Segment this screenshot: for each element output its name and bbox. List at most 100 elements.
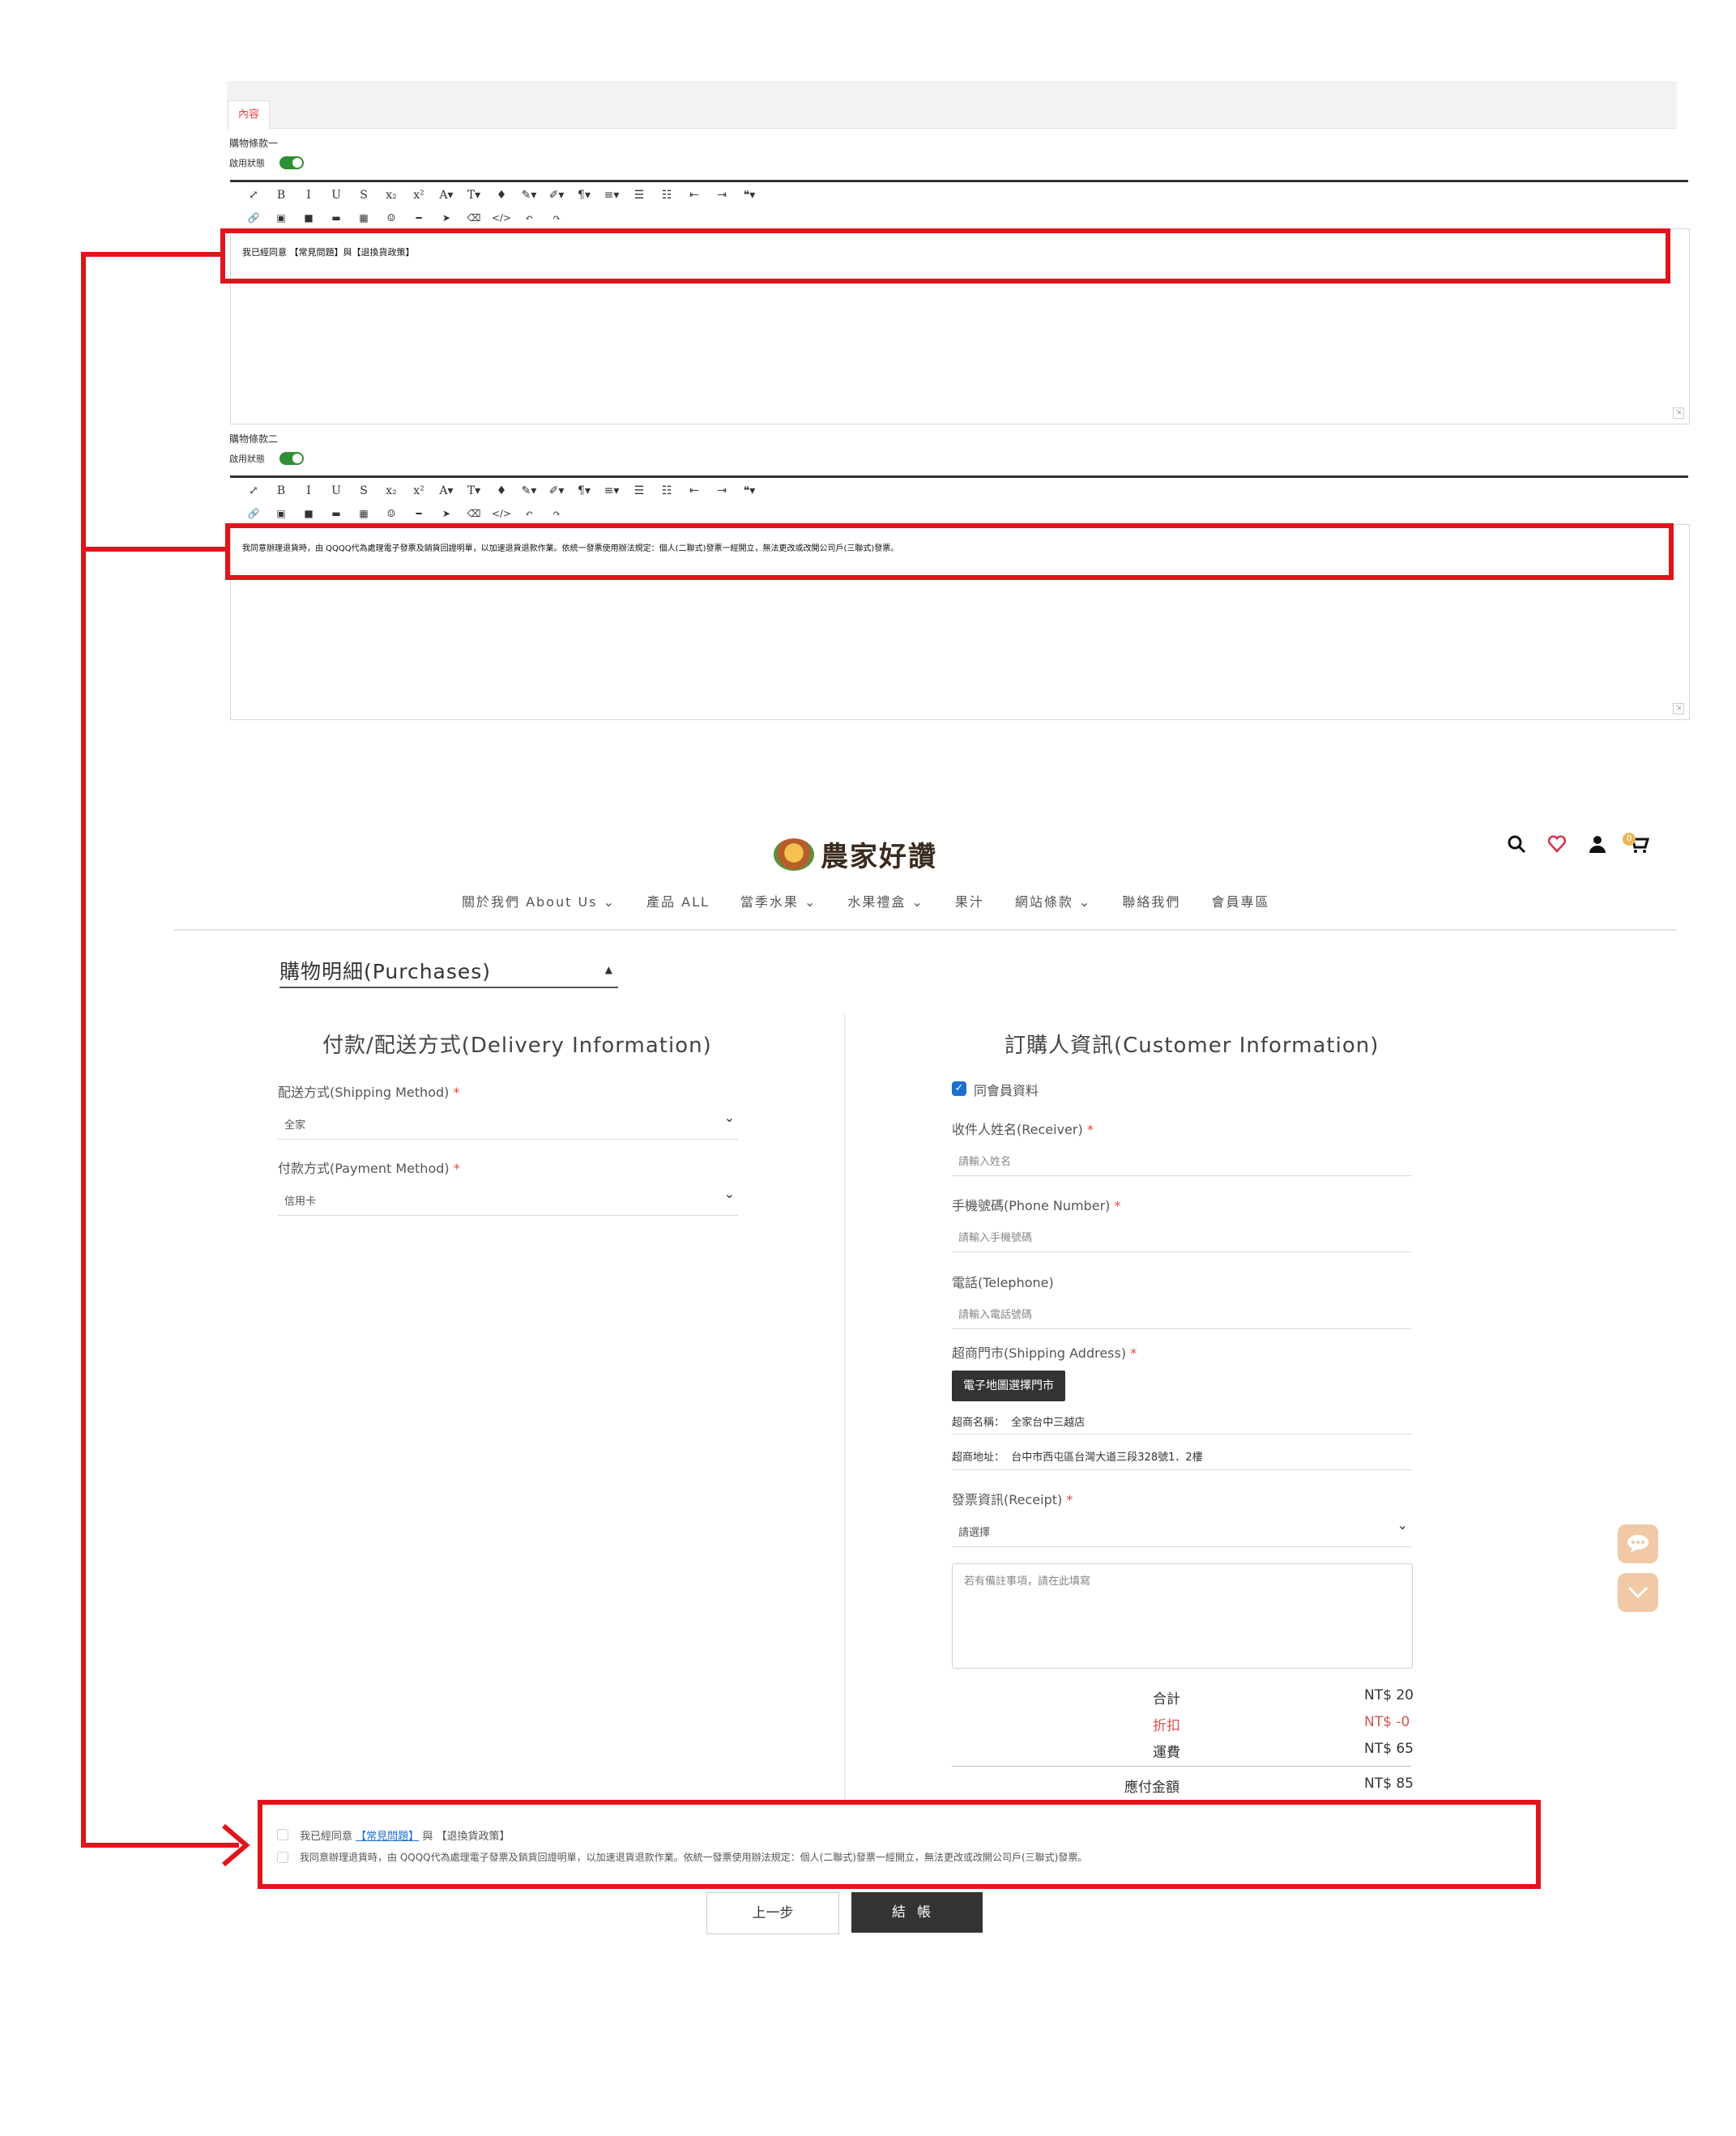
search-icon[interactable]	[1507, 834, 1526, 854]
bold-icon[interactable]: B	[267, 189, 295, 202]
bold-icon[interactable]: B	[267, 484, 295, 497]
fullscreen-icon[interactable]: ⤢	[240, 189, 267, 202]
italic-icon[interactable]: I	[295, 189, 322, 202]
align-icon[interactable]: ≡▾	[598, 189, 625, 202]
file-icon[interactable]: ▬	[322, 212, 350, 224]
clear-format-icon[interactable]: ⌫	[460, 508, 488, 519]
horizontal-rule-icon[interactable]: ━	[405, 212, 433, 224]
receiver-input[interactable]: 請輸入姓名	[952, 1146, 1411, 1177]
highlight-icon[interactable]: ♦	[488, 189, 515, 202]
previous-step-button[interactable]: 上一步	[706, 1892, 839, 1934]
nav-products[interactable]: 產品 ALL	[646, 891, 710, 910]
clause1-enable-toggle[interactable]	[279, 156, 304, 169]
quote-icon[interactable]: ❝▾	[736, 189, 763, 202]
chevron-down-icon[interactable]	[1618, 1573, 1658, 1612]
align-icon[interactable]: ≡▾	[598, 484, 625, 497]
nav-seasonal[interactable]: 當季水果 ⌄	[740, 891, 817, 910]
undo-icon[interactable]: ↶	[515, 212, 543, 224]
fullscreen-icon[interactable]: ⤢	[240, 484, 267, 497]
video-icon[interactable]: ■	[295, 508, 322, 519]
brush-icon[interactable]: ✎▾	[515, 189, 543, 202]
phone-input[interactable]: 請輸入手機號碼	[952, 1222, 1411, 1253]
nav-about[interactable]: 關於我們 About Us ⌄	[462, 891, 616, 910]
nav-contact[interactable]: 聯絡我們	[1122, 891, 1180, 910]
outdent-icon[interactable]: ⇤	[680, 189, 708, 202]
clause2-enable-toggle[interactable]	[279, 452, 304, 465]
brand[interactable]: 農家好讚	[774, 834, 937, 874]
strikethrough-icon[interactable]: S	[350, 484, 377, 497]
video-icon[interactable]: ■	[295, 212, 322, 224]
chat-icon[interactable]	[1618, 1524, 1658, 1563]
superscript-icon[interactable]: x²	[405, 484, 433, 497]
same-as-member-checkbox[interactable]: ✓	[952, 1081, 966, 1096]
heart-icon[interactable]	[1547, 834, 1567, 854]
nav-member[interactable]: 會員專區	[1211, 891, 1269, 910]
receipt-select[interactable]: 請選擇 ⌄	[952, 1517, 1411, 1548]
underline-icon[interactable]: U	[322, 189, 350, 202]
eraser-format-icon[interactable]: ✐▾	[543, 484, 570, 497]
link-icon[interactable]: 🔗	[240, 508, 267, 519]
underline	[278, 1139, 738, 1140]
subscript-icon[interactable]: x₂	[377, 189, 405, 202]
font-color-icon[interactable]: A▾	[433, 189, 460, 202]
ordered-list-icon[interactable]: ☰	[625, 484, 653, 497]
faq-link[interactable]: 【常見問題】	[356, 1831, 419, 1843]
horizontal-rule-icon[interactable]: ━	[405, 508, 433, 519]
undo-icon[interactable]: ↶	[515, 508, 543, 519]
redo-icon[interactable]: ↷	[543, 212, 570, 224]
outdent-icon[interactable]: ⇤	[680, 484, 708, 497]
font-size-icon[interactable]: T▾	[460, 484, 488, 497]
subscript-icon[interactable]: x₂	[377, 484, 405, 497]
quote-icon[interactable]: ❝▾	[736, 484, 763, 497]
italic-icon[interactable]: I	[295, 484, 322, 497]
unordered-list-icon[interactable]: ☷	[653, 484, 680, 497]
strikethrough-icon[interactable]: S	[350, 189, 377, 202]
agree-faq-checkbox[interactable]	[277, 1829, 288, 1840]
highlight-icon[interactable]: ♦	[488, 484, 515, 497]
map-select-store-button[interactable]: 電子地圖選擇門市	[952, 1371, 1065, 1401]
cart-count-badge: 0	[1623, 833, 1636, 846]
font-color-icon[interactable]: A▾	[433, 484, 460, 497]
pointer-icon[interactable]: ➤	[433, 212, 460, 224]
unordered-list-icon[interactable]: ☷	[653, 189, 680, 202]
telephone-input[interactable]: 請輸入電話號碼	[952, 1299, 1411, 1330]
emoji-icon[interactable]: ☺	[377, 508, 405, 519]
underline-icon[interactable]: U	[322, 484, 350, 497]
nav-gift-boxes[interactable]: 水果禮盒 ⌄	[847, 891, 924, 910]
user-icon[interactable]	[1588, 834, 1607, 854]
eraser-format-icon[interactable]: ✐▾	[543, 189, 570, 202]
nav-terms[interactable]: 網站條款 ⌄	[1015, 891, 1092, 910]
paragraph-icon[interactable]: ¶▾	[570, 189, 598, 202]
link-icon[interactable]: 🔗	[240, 212, 267, 224]
note-textarea[interactable]: 若有備註事項，請在此填寫	[952, 1563, 1413, 1669]
purchases-toggle[interactable]: 購物明細(Purchases) ▲	[279, 956, 618, 988]
payment-select[interactable]: 信用卡 ⌄	[278, 1186, 738, 1217]
font-size-icon[interactable]: T▾	[460, 189, 488, 202]
paragraph-icon[interactable]: ¶▾	[570, 484, 598, 497]
checkout-button[interactable]: 結帳	[851, 1892, 983, 1933]
file-icon[interactable]: ▬	[322, 508, 350, 519]
redo-icon[interactable]: ↷	[543, 508, 570, 519]
table-icon[interactable]: ▦	[350, 212, 377, 224]
nav-juice[interactable]: 果汁	[955, 891, 984, 910]
shipping-select[interactable]: 全家 ⌄	[278, 1110, 738, 1140]
brush-icon[interactable]: ✎▾	[515, 484, 543, 497]
indent-icon[interactable]: ⇥	[708, 484, 736, 497]
clear-format-icon[interactable]: ⌫	[460, 212, 488, 224]
emoji-icon[interactable]: ☺	[377, 212, 405, 224]
code-icon[interactable]: </>	[488, 508, 515, 519]
image-icon[interactable]: ▣	[267, 212, 295, 224]
tab-content[interactable]: 內容	[228, 100, 270, 129]
indent-icon[interactable]: ⇥	[708, 189, 736, 202]
store-name: 超商名稱： 全家台中三越店	[952, 1417, 1086, 1429]
resize-grip-icon[interactable]: ⇲	[1673, 407, 1684, 419]
image-icon[interactable]: ▣	[267, 508, 295, 519]
superscript-icon[interactable]: x²	[405, 189, 433, 202]
code-icon[interactable]: </>	[488, 212, 515, 224]
agree-invoice-checkbox[interactable]	[277, 1852, 288, 1863]
chevron-down-icon: ⌄	[723, 1186, 735, 1201]
table-icon[interactable]: ▦	[350, 508, 377, 519]
resize-grip-icon[interactable]: ⇲	[1673, 703, 1684, 714]
ordered-list-icon[interactable]: ☰	[625, 189, 653, 202]
pointer-icon[interactable]: ➤	[433, 508, 460, 519]
